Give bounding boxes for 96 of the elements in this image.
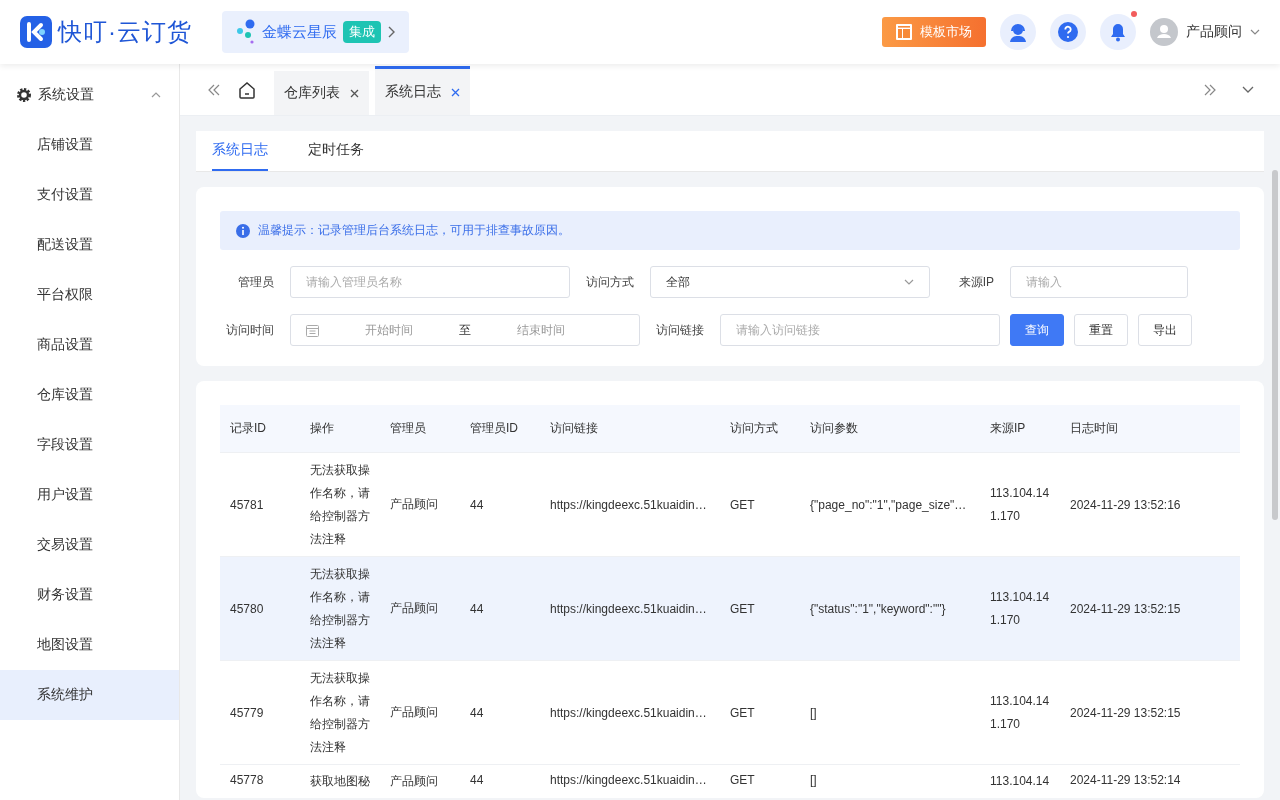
promo-label: 金蝶云星辰 — [262, 22, 337, 42]
sidebar-item[interactable]: 配送设置 — [0, 220, 179, 270]
notification-button[interactable] — [1100, 14, 1136, 50]
chevron-down-icon — [1250, 29, 1260, 35]
column-header: 访问链接 — [540, 405, 720, 453]
sidebar-item[interactable]: 系统维护 — [0, 670, 179, 720]
action-button[interactable]: 重置 — [1074, 314, 1128, 346]
table-cell: 产品顾问 — [380, 661, 460, 765]
sub-tab[interactable]: 系统日志 — [212, 131, 268, 171]
chevron-up-icon — [151, 92, 161, 98]
filter-label: 访问链接 — [656, 321, 704, 339]
column-header: 来源IP — [980, 405, 1060, 453]
column-header: 管理员ID — [460, 405, 540, 453]
table-cell: GET — [720, 557, 800, 661]
double-right-icon[interactable] — [1204, 83, 1216, 96]
action-button[interactable]: 导出 — [1138, 314, 1192, 346]
layout-icon — [896, 24, 912, 40]
support-button[interactable] — [1000, 14, 1036, 50]
table-cell: 113.104.141.170 — [980, 661, 1060, 765]
column-header: 管理员 — [380, 405, 460, 453]
table-cell-text: 45778 — [229, 772, 265, 789]
sidebar-item[interactable]: 支付设置 — [0, 170, 179, 220]
help-button[interactable] — [1050, 14, 1086, 50]
filter-label: 访问方式 — [586, 273, 634, 291]
dots-icon — [236, 18, 256, 46]
table-cell-text: 113.104.14 — [989, 773, 1051, 790]
column-header: 操作 — [300, 405, 380, 453]
filter-label: 访问时间 — [226, 321, 274, 339]
menu-group[interactable]: 系统设置 — [0, 70, 179, 120]
sidebar-item[interactable]: 仓库设置 — [0, 370, 179, 420]
sidebar-item[interactable]: 用户设置 — [0, 470, 179, 520]
promo-banner[interactable]: 金蝶云星辰 集成 — [222, 11, 409, 53]
column-header: 访问参数 — [800, 405, 980, 453]
table-cell-text: 获取地图秘 — [309, 773, 371, 790]
bell-icon — [1109, 22, 1127, 42]
headset-icon — [1008, 22, 1028, 42]
table-cell: {"status":"1","keyword":""} — [800, 557, 980, 661]
sidebar-item[interactable]: 财务设置 — [0, 570, 179, 620]
chevron-down-icon[interactable] — [1242, 86, 1254, 93]
logo-icon — [20, 16, 52, 48]
column-header: 访问方式 — [720, 405, 800, 453]
table-cell: 产品顾问 — [380, 557, 460, 661]
table-cell-text: GET — [729, 772, 756, 789]
admin-field[interactable]: 请输入管理员名称 — [290, 266, 570, 298]
sub-tab[interactable]: 定时任务 — [308, 131, 364, 171]
table-cell-text: 44 — [469, 772, 485, 789]
info-icon — [236, 223, 250, 238]
filter-label: 来源IP — [958, 273, 994, 291]
table-cell: https://kingdeexc.51kuaidin… — [540, 661, 720, 765]
table-cell-text: 2024-11-29 13:52:14 — [1069, 772, 1182, 789]
table-cell: 44 — [460, 557, 540, 661]
avatar-icon — [1150, 18, 1178, 46]
user-name[interactable]: 产品顾问 — [1186, 23, 1242, 41]
page-tab[interactable]: 系统日志 — [375, 66, 470, 115]
logo-text: 快叮·云订货 — [58, 17, 192, 47]
gear-icon — [16, 87, 32, 103]
sidebar-item[interactable]: 交易设置 — [0, 520, 179, 570]
table-cell: https://kingdeexc.51kuaidin… — [540, 557, 720, 661]
table-cell: 113.104.141.170 — [980, 557, 1060, 661]
table-cell: 无法获取操作名称，请给控制器方法注释 — [300, 557, 380, 661]
filter-label: 管理员 — [238, 273, 274, 291]
table-cell: 45780 — [220, 557, 300, 661]
close-icon[interactable] — [350, 88, 359, 98]
link-field[interactable]: 请输入访问链接 — [720, 314, 1000, 346]
table-cell: 44 — [460, 661, 540, 765]
sidebar-item[interactable]: 店铺设置 — [0, 120, 179, 170]
table-cell-text: https://kingdeexc.51kuaidin… — [549, 772, 708, 789]
notice-text: 温馨提示：记录管理后台系统日志，可用于排查事故原因。 — [258, 222, 570, 239]
table-cell: 2024-11-29 13:52:15 — [1060, 557, 1240, 661]
double-left-icon[interactable] — [208, 83, 220, 96]
calendar-icon — [306, 323, 319, 337]
column-header: 记录ID — [220, 405, 300, 453]
table-cell: 无法获取操作名称，请给控制器方法注释 — [300, 661, 380, 765]
method-select[interactable]: 全部 — [650, 266, 930, 298]
table-cell-text: 产品顾问 — [389, 773, 439, 790]
sidebar-item[interactable]: 字段设置 — [0, 420, 179, 470]
column-header: 日志时间 — [1060, 405, 1240, 453]
chevron-down-icon — [904, 279, 914, 285]
table-cell: [] — [800, 661, 980, 765]
scrollbar[interactable] — [1272, 170, 1278, 520]
home-icon[interactable] — [238, 80, 256, 99]
date-range-field[interactable]: 开始时间 至 结束时间 — [290, 314, 640, 346]
table-cell: GET — [720, 661, 800, 765]
page-tab[interactable]: 仓库列表 — [274, 71, 369, 115]
sidebar-item[interactable]: 平台权限 — [0, 270, 179, 320]
close-icon[interactable] — [451, 87, 460, 97]
chevron-right-icon — [387, 26, 395, 38]
integration-badge: 集成 — [343, 21, 381, 43]
help-icon — [1058, 22, 1078, 42]
search-button[interactable]: 查询 — [1010, 314, 1064, 346]
table-cell: 45779 — [220, 661, 300, 765]
table-cell: 2024-11-29 13:52:15 — [1060, 661, 1240, 765]
ip-field[interactable]: 请输入 — [1010, 266, 1188, 298]
table-cell-text: [] — [809, 772, 818, 789]
sidebar-item[interactable]: 地图设置 — [0, 620, 179, 670]
sidebar-item[interactable]: 商品设置 — [0, 320, 179, 370]
